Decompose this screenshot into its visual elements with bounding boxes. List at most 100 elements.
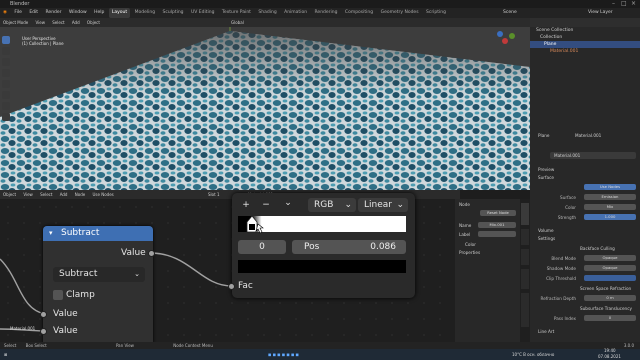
tab-layout[interactable]: Layout [108, 8, 131, 18]
mode-selector[interactable]: Object Mode [0, 18, 31, 27]
section-settings[interactable]: Settings [538, 235, 636, 242]
menu-edit[interactable]: Edit [26, 8, 41, 18]
subtract-node-header[interactable]: ▾ Subtract [43, 226, 153, 241]
outliner-row-collection[interactable]: Collection [530, 34, 640, 41]
section-surface[interactable]: Surface [538, 174, 636, 181]
tab-geometry-nodes[interactable]: Geometry Nodes [378, 8, 422, 18]
tab-node[interactable] [521, 203, 529, 225]
taskbar-app-icons[interactable]: ◼ ◼ ◼ ◼ ◼ ◼ ◼ [268, 349, 299, 360]
stop-color-swatch[interactable] [238, 260, 406, 273]
material-slot[interactable]: Material.001 [575, 132, 636, 139]
measure-tool-icon[interactable] [2, 113, 10, 121]
tab-uv-editing[interactable]: UV Editing [188, 8, 217, 18]
remove-stop-button[interactable]: − [258, 198, 274, 212]
section-preview[interactable]: Preview [538, 166, 636, 173]
move-tool-icon[interactable] [2, 58, 10, 66]
blend-mode-label: Blend Mode [551, 256, 576, 261]
sidebar-color-section[interactable]: Color [465, 241, 526, 248]
tab-modeling[interactable]: Modeling [132, 8, 158, 18]
tab-tool[interactable] [521, 229, 529, 245]
node-input2-socket[interactable] [40, 328, 47, 335]
menu-object[interactable]: Object [84, 18, 103, 27]
rotate-tool-icon[interactable] [2, 69, 10, 77]
subsurface-checkbox[interactable]: Subsurface Translucency [580, 305, 636, 312]
view-layer-selector[interactable]: View Layer [585, 8, 616, 18]
section-volume[interactable]: Volume [538, 227, 636, 234]
operation-dropdown[interactable]: Subtract ⌄ [53, 267, 145, 282]
start-icon[interactable]: ⊞ [4, 349, 7, 360]
blend-mode-field[interactable]: Opaque [584, 255, 636, 261]
ssr-checkbox[interactable]: Screen Space Refraction [580, 285, 636, 292]
collapse-arrow-icon[interactable]: ▾ [49, 226, 53, 241]
cursor-tool-icon[interactable] [2, 47, 10, 55]
clip-threshold-field[interactable] [584, 275, 636, 281]
tab-options[interactable] [521, 269, 529, 289]
ne-menu-node[interactable]: Node [72, 190, 88, 199]
navigation-gizmo-icon[interactable] [490, 26, 520, 56]
ramp-stop-handles[interactable] [246, 214, 266, 234]
ne-menu-add[interactable]: Add [57, 190, 71, 199]
3d-viewport[interactable] [0, 27, 530, 190]
strength-field[interactable]: 1.000 [584, 214, 636, 220]
color-mode-dropdown[interactable]: RGB ⌄ [308, 198, 356, 212]
refraction-depth-field[interactable]: 0 m [584, 295, 636, 301]
tab-rendering[interactable]: Rendering [312, 8, 341, 18]
reset-node-button[interactable]: Reset Node [480, 210, 516, 216]
blender-logo-icon[interactable]: ◉ [0, 8, 10, 18]
outliner-row-material[interactable]: Material.001 [530, 48, 640, 55]
backface-checkbox[interactable]: Backface Culling [580, 245, 636, 252]
interpolation-dropdown[interactable]: Linear ⌄ [358, 198, 408, 212]
material-name-field[interactable]: Material.001 [550, 152, 636, 159]
tab-node-wrangler[interactable] [521, 293, 529, 327]
tab-texture-paint[interactable]: Texture Paint [219, 8, 254, 18]
add-stop-button[interactable]: + [238, 198, 254, 212]
status-select: Select [4, 343, 17, 348]
outliner-row-plane[interactable]: Plane [530, 41, 640, 48]
close-icon[interactable]: × [631, 0, 636, 8]
ne-slot-selector[interactable]: Slot 1 [205, 190, 222, 199]
sidebar-name-field[interactable]: Mix.001 [478, 222, 516, 228]
ne-use-nodes-toggle[interactable]: Use Nodes [89, 190, 116, 199]
menu-view[interactable]: View [32, 18, 48, 27]
menu-select[interactable]: Select [49, 18, 67, 27]
sidebar-properties-section[interactable]: Properties [459, 249, 526, 256]
menu-window[interactable]: Window [66, 8, 90, 18]
use-nodes-button[interactable]: Use Nodes [584, 184, 636, 190]
maximize-icon[interactable]: □ [621, 0, 627, 8]
transform-tool-icon[interactable] [2, 91, 10, 99]
stop-position-field[interactable]: Pos 0.086 [292, 240, 406, 254]
scale-tool-icon[interactable] [2, 80, 10, 88]
ne-menu-select[interactable]: Select [37, 190, 55, 199]
menu-help[interactable]: Help [91, 8, 107, 18]
scene-selector[interactable]: Scene [500, 8, 520, 18]
annotate-tool-icon[interactable] [2, 102, 10, 110]
menu-file[interactable]: File [11, 8, 25, 18]
fac-input-socket[interactable] [228, 283, 235, 290]
clamp-checkbox[interactable] [53, 290, 63, 300]
ne-menu-view[interactable]: View [20, 190, 36, 199]
menu-add[interactable]: Add [69, 18, 83, 27]
viewport-header: Object Mode View Select Add Object Globa… [0, 18, 530, 27]
ramp-menu-chevron-icon[interactable]: ⌄ [280, 196, 296, 210]
tab-animation[interactable]: Animation [281, 8, 310, 18]
tab-view[interactable] [521, 249, 529, 265]
minimize-icon[interactable]: – [612, 0, 615, 8]
ne-menu-object[interactable]: Object [0, 190, 19, 199]
tab-compositing[interactable]: Compositing [342, 8, 376, 18]
pass-index-field[interactable]: 0 [584, 315, 636, 321]
transform-orientation[interactable]: Global [228, 18, 247, 27]
stop-index-field[interactable]: 0 [238, 240, 286, 254]
outliner-scene-collection[interactable]: Scene Collection [530, 27, 640, 34]
section-line-art[interactable]: Line Art [538, 328, 636, 335]
node-input1-socket[interactable] [40, 311, 47, 318]
select-tool-icon[interactable] [2, 36, 10, 44]
tab-sculpting[interactable]: Sculpting [160, 8, 187, 18]
sidebar-label-field[interactable] [478, 231, 516, 237]
menu-render[interactable]: Render [43, 8, 65, 18]
node-output-socket[interactable] [148, 250, 155, 257]
color-field[interactable]: Mix [584, 204, 636, 210]
shadow-mode-field[interactable]: Opaque [584, 265, 636, 271]
tab-shading[interactable]: Shading [255, 8, 279, 18]
surface-shader-field[interactable]: Emission [584, 194, 636, 200]
tab-scripting[interactable]: Scripting [423, 8, 449, 18]
